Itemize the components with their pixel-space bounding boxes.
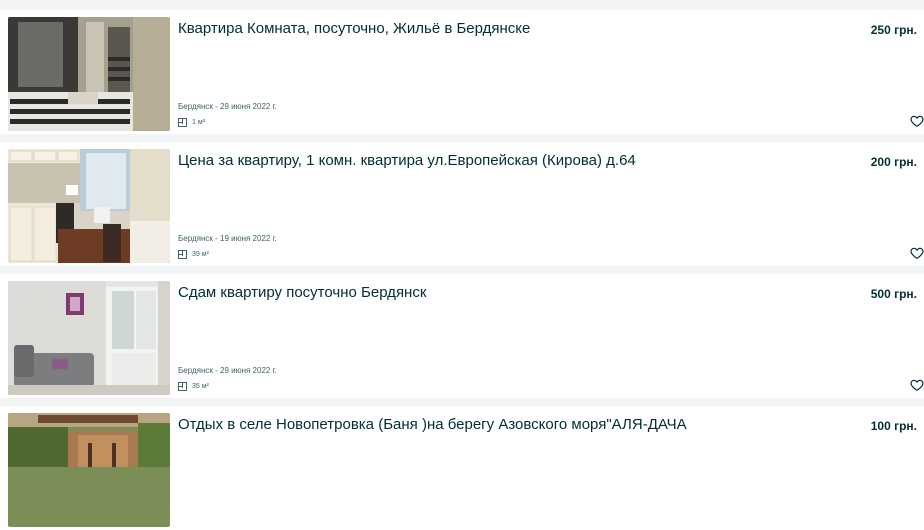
listing-card[interactable]: Отдых в селе Новопетровка (Баня )на бере… <box>0 406 924 530</box>
listing-location-date: Бердянск - 29 июня 2022 г. <box>178 366 277 375</box>
floor-plan-icon <box>178 250 187 259</box>
listing-photo[interactable] <box>8 149 170 263</box>
heart-outline-icon[interactable] <box>910 378 924 392</box>
listing-price: 200 грн. <box>870 155 917 169</box>
listing-area-value: 39 м² <box>192 251 209 258</box>
listing-price: 250 грн. <box>870 23 917 37</box>
listing-location-date: Бердянск - 29 июня 2022 г. <box>178 102 277 111</box>
listing-card[interactable]: Сдам квартиру посуточно Бердянск 500 грн… <box>0 274 924 398</box>
listing-photo[interactable] <box>8 17 170 131</box>
heart-outline-icon[interactable] <box>910 246 924 260</box>
listing-title[interactable]: Сдам квартиру посуточно Бердянск <box>178 283 828 303</box>
listing-title[interactable]: Квартира Комната, посуточно, Жильё в Бер… <box>178 19 828 39</box>
listing-title[interactable]: Отдых в селе Новопетровка (Баня )на бере… <box>178 415 828 435</box>
floor-plan-icon <box>178 382 187 391</box>
listing-area-value: 1 м² <box>192 119 205 126</box>
listing-card[interactable]: Цена за квартиру, 1 комн. квартира ул.Ев… <box>0 142 924 266</box>
listing-area: 39 м² <box>178 250 209 259</box>
listing-area: 1 м² <box>178 118 205 127</box>
listing-photo[interactable] <box>8 281 170 395</box>
floor-plan-icon <box>178 118 187 127</box>
listing-price: 100 грн. <box>870 419 917 433</box>
listing-area-value: 35 м² <box>192 383 209 390</box>
listing-area: 35 м² <box>178 382 209 391</box>
listing-title[interactable]: Цена за квартиру, 1 комн. квартира ул.Ев… <box>178 151 828 171</box>
listing-photo[interactable] <box>8 413 170 527</box>
listing-location-date: Бердянск - 19 июня 2022 г. <box>178 234 277 243</box>
heart-outline-icon[interactable] <box>910 114 924 128</box>
listing-price: 500 грн. <box>870 287 917 301</box>
listing-card[interactable]: Квартира Комната, посуточно, Жильё в Бер… <box>0 10 924 134</box>
